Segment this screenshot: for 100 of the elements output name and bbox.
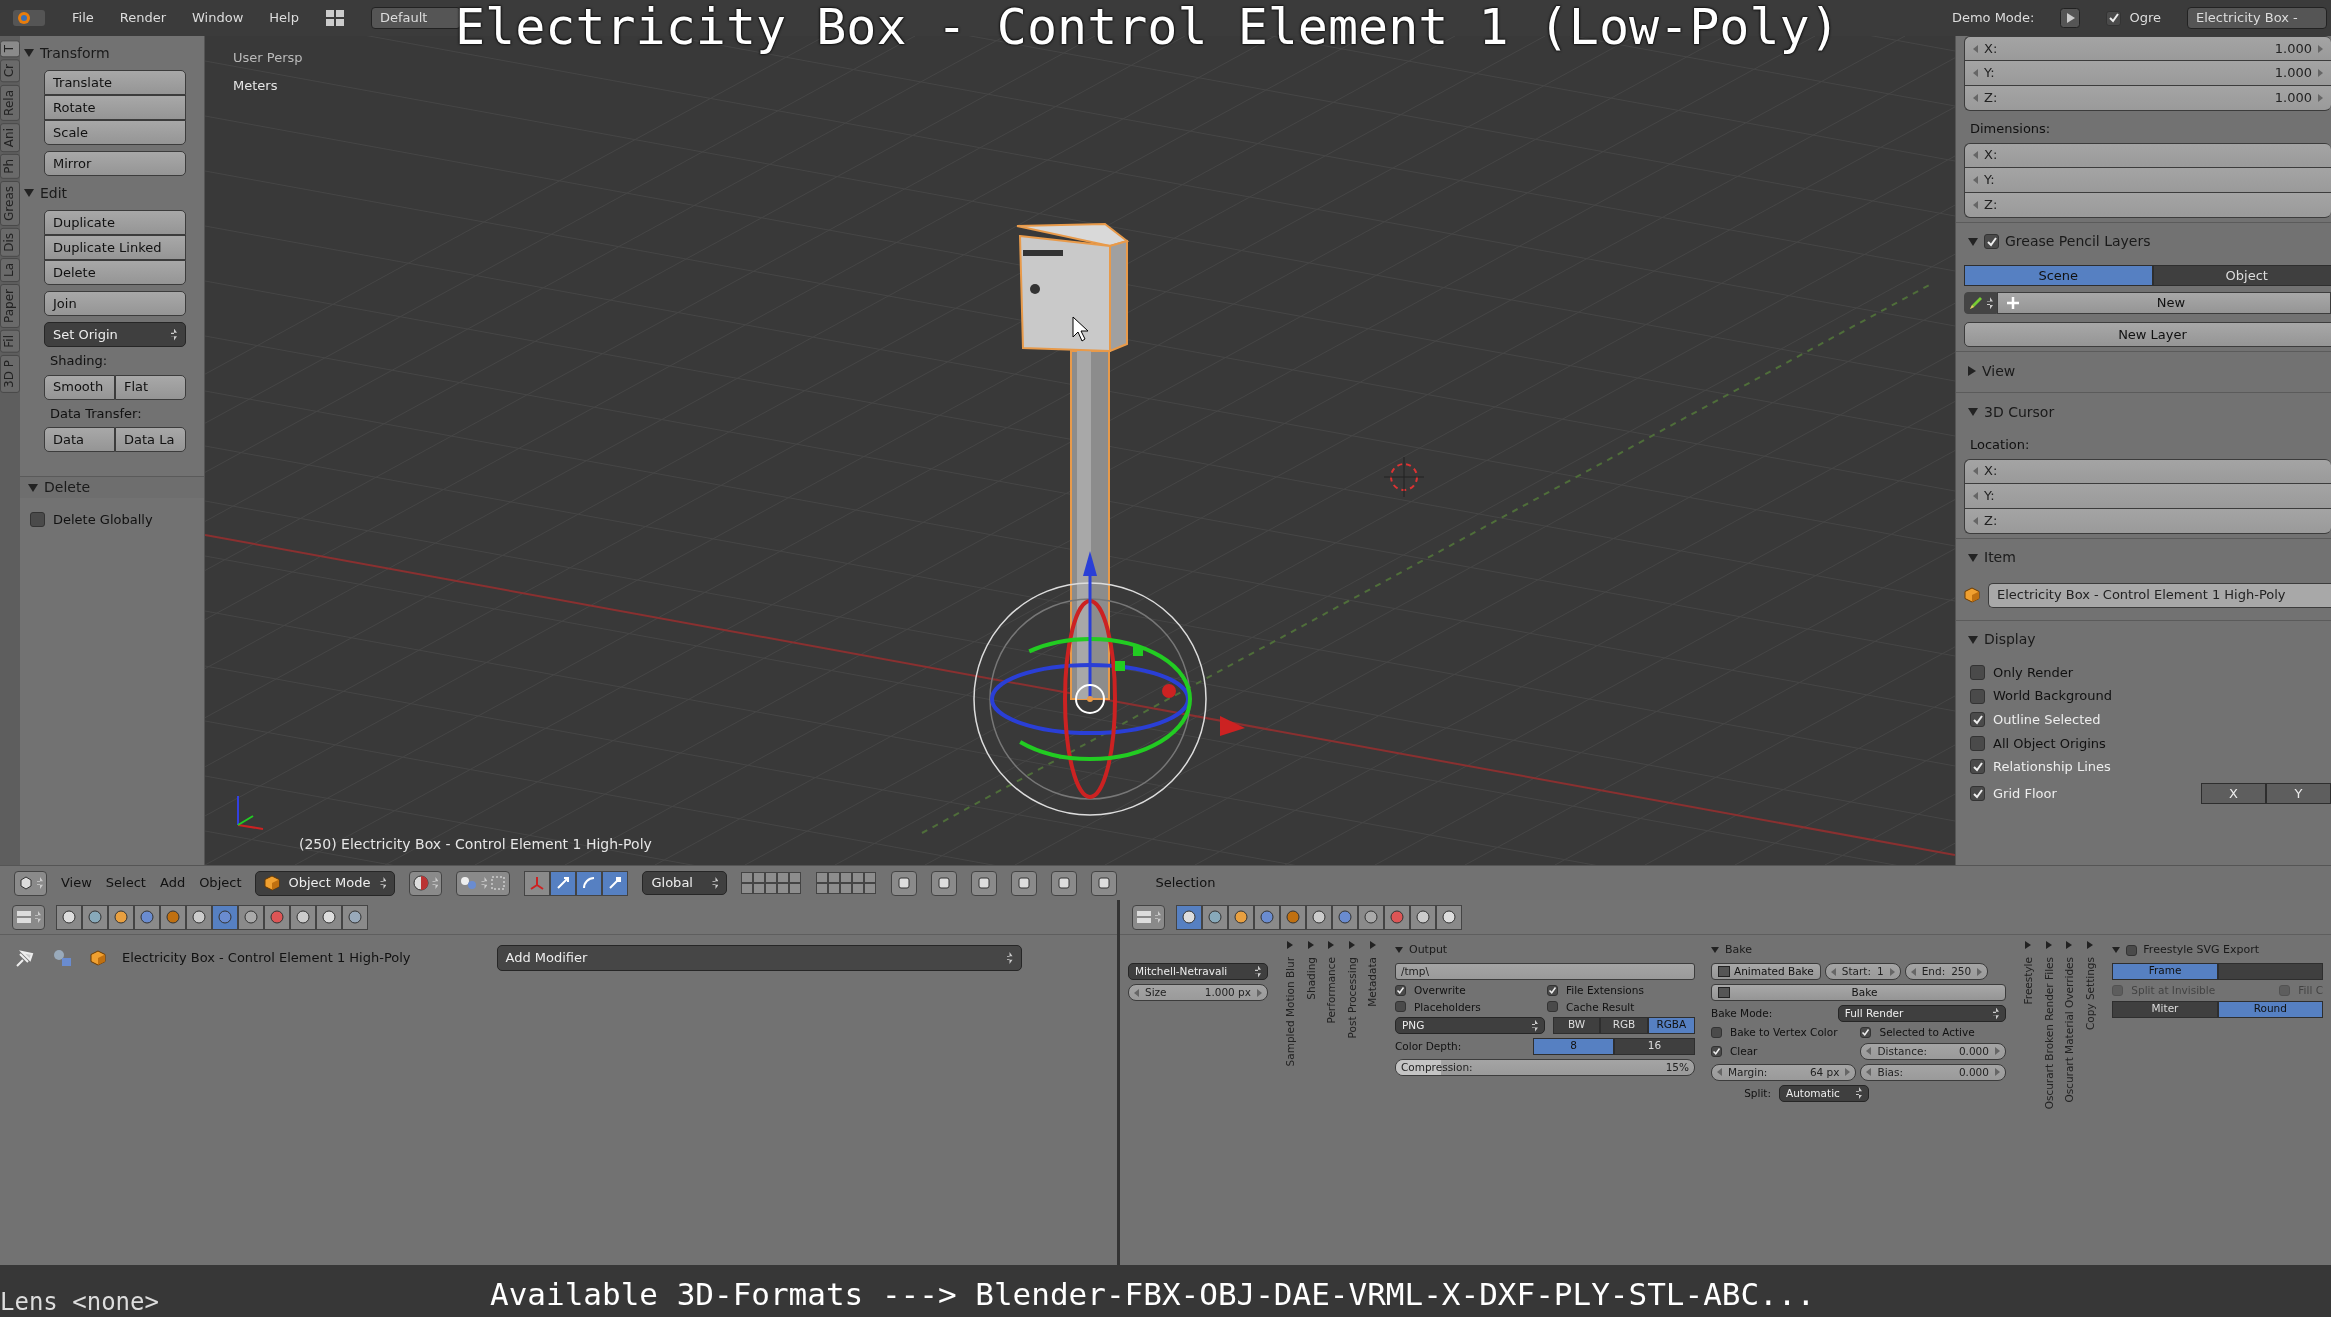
panel-tab[interactable]: Oscurart Material Overrides: [2063, 957, 2076, 1103]
context-tab[interactable]: [1228, 904, 1254, 930]
panel-title[interactable]: Edit: [40, 184, 68, 202]
context-tab[interactable]: [1202, 904, 1228, 930]
manipulator-toggle[interactable]: [576, 870, 603, 896]
panel-title[interactable]: Delete: [44, 479, 90, 497]
line-join-toggle[interactable]: Round: [2217, 1000, 2323, 1018]
header-icon-button[interactable]: [891, 870, 918, 896]
panel-title[interactable]: Grease Pencil Layers: [2005, 233, 2151, 250]
disclosure-icon[interactable]: [2025, 941, 2032, 949]
panel-tab[interactable]: Metadata: [1366, 957, 1379, 1007]
bake-mode-dropdown[interactable]: Full Render: [1837, 1005, 2006, 1022]
shading-button[interactable]: [409, 870, 443, 896]
split-dropdown[interactable]: Automatic: [1778, 1084, 1869, 1102]
disclosure-icon[interactable]: [1968, 366, 1976, 377]
checkbox[interactable]: [1546, 1001, 1558, 1013]
context-tab[interactable]: [1410, 904, 1436, 930]
filter-dropdown[interactable]: Mitchell-Netravali: [1128, 963, 1268, 980]
object-name-field[interactable]: Electricity Box - Control Element 1 High-Poly: [1988, 582, 2331, 608]
panel-title[interactable]: Transform: [40, 44, 110, 62]
disclosure-icon[interactable]: [2066, 941, 2073, 949]
tool-button[interactable]: Data La: [115, 427, 186, 453]
checkbox[interactable]: [1984, 234, 1999, 250]
panel-tab[interactable]: Sampled Motion Blur: [1284, 957, 1297, 1067]
location-field[interactable]: X:: [1964, 458, 2331, 484]
header-icon-button[interactable]: [931, 870, 958, 896]
editor-type-button[interactable]: [14, 870, 47, 896]
pivot-button[interactable]: [456, 870, 511, 896]
checkbox[interactable]: [1970, 712, 1985, 728]
margin-field[interactable]: Margin: 64 px: [1710, 1063, 1857, 1081]
context-tab[interactable]: [186, 904, 212, 930]
panel-title[interactable]: Freestyle SVG Export: [2143, 943, 2260, 957]
context-tab[interactable]: [134, 904, 160, 930]
format-dropdown[interactable]: PNG: [1394, 1017, 1545, 1035]
disclosure-icon[interactable]: [2112, 947, 2121, 953]
context-tab[interactable]: [108, 904, 134, 930]
tool-button[interactable]: Delete: [44, 260, 186, 285]
panel-tab[interactable]: Shading: [1304, 957, 1318, 1000]
checkbox[interactable]: [1970, 735, 1985, 751]
distance-field[interactable]: Distance: 0.000: [1860, 1042, 2006, 1060]
menu-item[interactable]: Help: [269, 10, 299, 26]
bias-field[interactable]: Bias: 0.000: [1860, 1063, 2006, 1081]
tool-button[interactable]: Join: [44, 291, 186, 316]
checkbox[interactable]: [2106, 10, 2122, 26]
tool-button[interactable]: Mirror: [44, 151, 186, 176]
disclosure-icon[interactable]: [1328, 941, 1335, 949]
menu-item[interactable]: File: [72, 10, 94, 26]
color-depth-toggle[interactable]: 8: [1532, 1038, 1614, 1056]
disclosure-icon[interactable]: [1968, 635, 1978, 644]
tool-button[interactable]: Duplicate: [44, 210, 186, 235]
panel-title[interactable]: Output: [1408, 943, 1448, 957]
bake-button[interactable]: Bake: [1710, 984, 2006, 1001]
context-tab[interactable]: [1384, 904, 1410, 930]
disclosure-icon[interactable]: [28, 483, 38, 492]
context-tab[interactable]: [1436, 904, 1462, 930]
source-tab[interactable]: Scene: [1964, 264, 2153, 287]
path-field[interactable]: /tmp\: [1394, 963, 1695, 980]
manipulator-toggle[interactable]: [524, 870, 551, 896]
context-tab[interactable]: [1332, 904, 1358, 930]
panel-title[interactable]: 3D Cursor: [1984, 403, 2055, 421]
dimension-field[interactable]: X:: [1964, 142, 2331, 168]
editor-type-icon[interactable]: [12, 8, 46, 28]
layer-grid[interactable]: [816, 872, 878, 894]
context-tab[interactable]: [264, 904, 290, 930]
header-icon-button[interactable]: [1011, 870, 1038, 896]
checkbox[interactable]: [1860, 1026, 1872, 1038]
panel-title[interactable]: Bake: [1724, 943, 1752, 957]
menu-item[interactable]: Add: [159, 875, 186, 891]
disclosure-icon[interactable]: [24, 49, 34, 57]
new-button[interactable]: New: [1997, 292, 2331, 315]
start-field[interactable]: Start: 1: [1824, 963, 1901, 980]
context-tab[interactable]: [342, 904, 368, 930]
dimension-field[interactable]: Z:: [1964, 192, 2331, 218]
tool-button[interactable]: Smooth: [44, 374, 115, 400]
color-mode-toggle[interactable]: RGB: [1600, 1017, 1648, 1035]
disclosure-icon[interactable]: [2087, 941, 2094, 949]
layout-icon[interactable]: [324, 9, 345, 27]
panel-tab[interactable]: Copy Settings: [2083, 957, 2097, 1031]
context-tab[interactable]: [316, 904, 342, 930]
color-mode-toggle[interactable]: BW: [1552, 1017, 1601, 1035]
layer-grid[interactable]: [741, 872, 803, 894]
checkbox[interactable]: [2112, 984, 2124, 996]
context-tab[interactable]: [1254, 904, 1280, 930]
context-tab[interactable]: [290, 904, 316, 930]
color-mode-toggle[interactable]: RGBA: [1647, 1017, 1695, 1035]
disclosure-icon[interactable]: [1710, 947, 1719, 953]
context-tab[interactable]: [1306, 904, 1332, 930]
menu-item[interactable]: View: [61, 875, 92, 891]
color-depth-toggle[interactable]: 16: [1613, 1038, 1695, 1056]
context-tab[interactable]: [1358, 904, 1384, 930]
tool-button[interactable]: Translate: [44, 70, 186, 95]
pin-icon[interactable]: [14, 948, 36, 968]
source-tab[interactable]: Object: [2152, 264, 2331, 287]
manipulator-toggle[interactable]: [550, 870, 577, 896]
panel-title[interactable]: Display: [1984, 631, 2036, 649]
scale-field[interactable]: X: 1.000: [1964, 36, 2331, 61]
header-icon-button[interactable]: [1051, 870, 1078, 896]
menu-item[interactable]: Window: [192, 10, 244, 26]
panel-tab[interactable]: Freestyle: [2021, 957, 2035, 1005]
disclosure-icon[interactable]: [24, 189, 34, 197]
